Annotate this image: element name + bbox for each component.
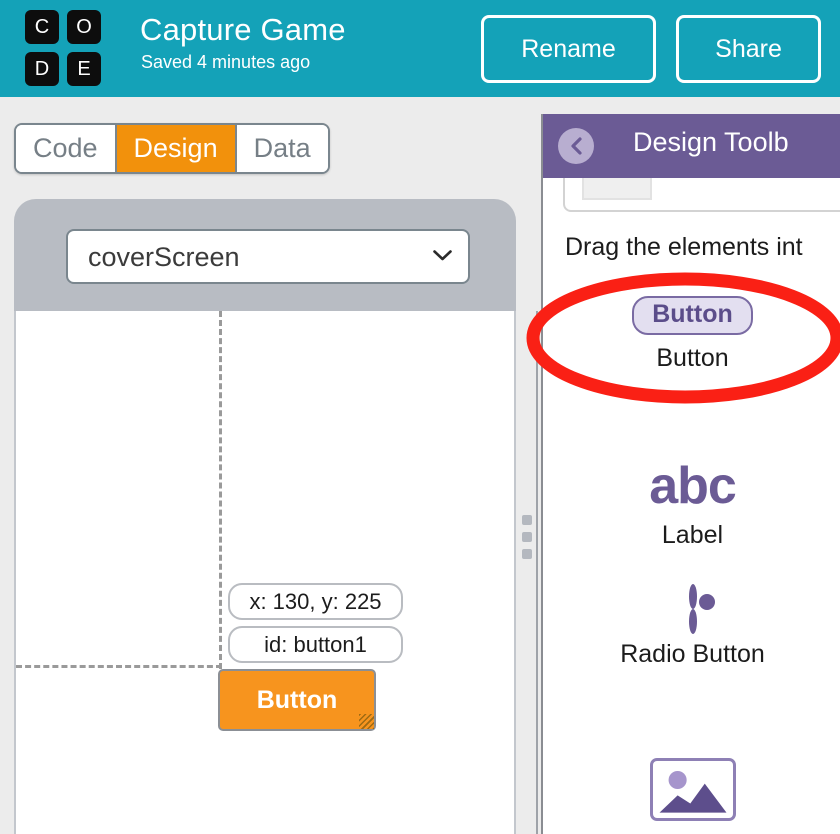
logo-tile-e: E <box>67 52 101 86</box>
canvas-button-label: Button <box>220 671 374 729</box>
theme-thumbnail <box>582 178 652 200</box>
screen-selector-value: coverScreen <box>88 242 240 273</box>
drag-instruction: Drag the elements int <box>565 233 803 262</box>
share-button[interactable]: Share <box>676 15 821 83</box>
palette-item-button[interactable]: Button Button <box>543 296 840 373</box>
design-toolbox-header: Design Toolb <box>543 114 840 178</box>
palette-label-button: Button <box>543 344 840 373</box>
element-coords-tooltip: x: 130, y: 225 <box>228 583 403 620</box>
view-tabbar: Code Design Data <box>14 123 330 174</box>
radio-button-icon <box>689 588 697 631</box>
project-title: Capture Game <box>140 12 346 48</box>
splitter-grip-icon <box>522 515 532 566</box>
palette-label-radio-button: Radio Button <box>543 640 840 669</box>
design-canvas[interactable]: x: 130, y: 225 id: button1 Button <box>14 311 516 834</box>
logo-tile-d: D <box>25 52 59 86</box>
button-icon: Button <box>632 296 753 335</box>
palette-item-image[interactable]: Image <box>543 758 840 834</box>
chevron-down-icon <box>433 250 452 261</box>
code-org-logo: C O D E <box>25 10 101 86</box>
design-toolbox-body: Default Drag the elements int Button But… <box>543 178 840 834</box>
tab-code[interactable]: Code <box>16 125 115 172</box>
chevron-left-icon <box>567 136 587 156</box>
image-icon <box>650 758 736 821</box>
app-root: C O D E Capture Game Saved 4 minutes ago… <box>0 0 840 834</box>
phone-frame: coverScreen <box>14 199 516 319</box>
panel-splitter[interactable] <box>516 311 538 834</box>
alignment-guide-horizontal <box>16 665 222 668</box>
alignment-guide-vertical <box>219 311 222 669</box>
palette-label-label: Label <box>543 521 840 550</box>
tab-design[interactable]: Design <box>115 125 235 172</box>
tab-data[interactable]: Data <box>235 125 328 172</box>
screen-selector[interactable]: coverScreen <box>66 229 470 284</box>
theme-card[interactable]: Default <box>563 178 840 212</box>
design-toolbox-title: Design Toolb <box>633 127 789 158</box>
palette-item-label[interactable]: abc Label <box>543 460 840 550</box>
logo-tile-o: O <box>67 10 101 44</box>
back-button[interactable] <box>558 128 594 164</box>
rename-button[interactable]: Rename <box>481 15 656 83</box>
design-toolbox-panel: Design Toolb Default Drag the elements i… <box>541 114 840 834</box>
resize-handle[interactable] <box>359 714 374 729</box>
theme-name: Default <box>675 178 761 179</box>
saved-status: Saved 4 minutes ago <box>141 52 310 73</box>
abc-icon: abc <box>649 457 736 515</box>
app-header: C O D E Capture Game Saved 4 minutes ago… <box>0 0 840 97</box>
palette-item-radio-button[interactable]: Radio Button <box>543 588 840 669</box>
canvas-button-element[interactable]: Button <box>218 669 376 731</box>
element-id-tooltip: id: button1 <box>228 626 403 663</box>
logo-tile-c: C <box>25 10 59 44</box>
